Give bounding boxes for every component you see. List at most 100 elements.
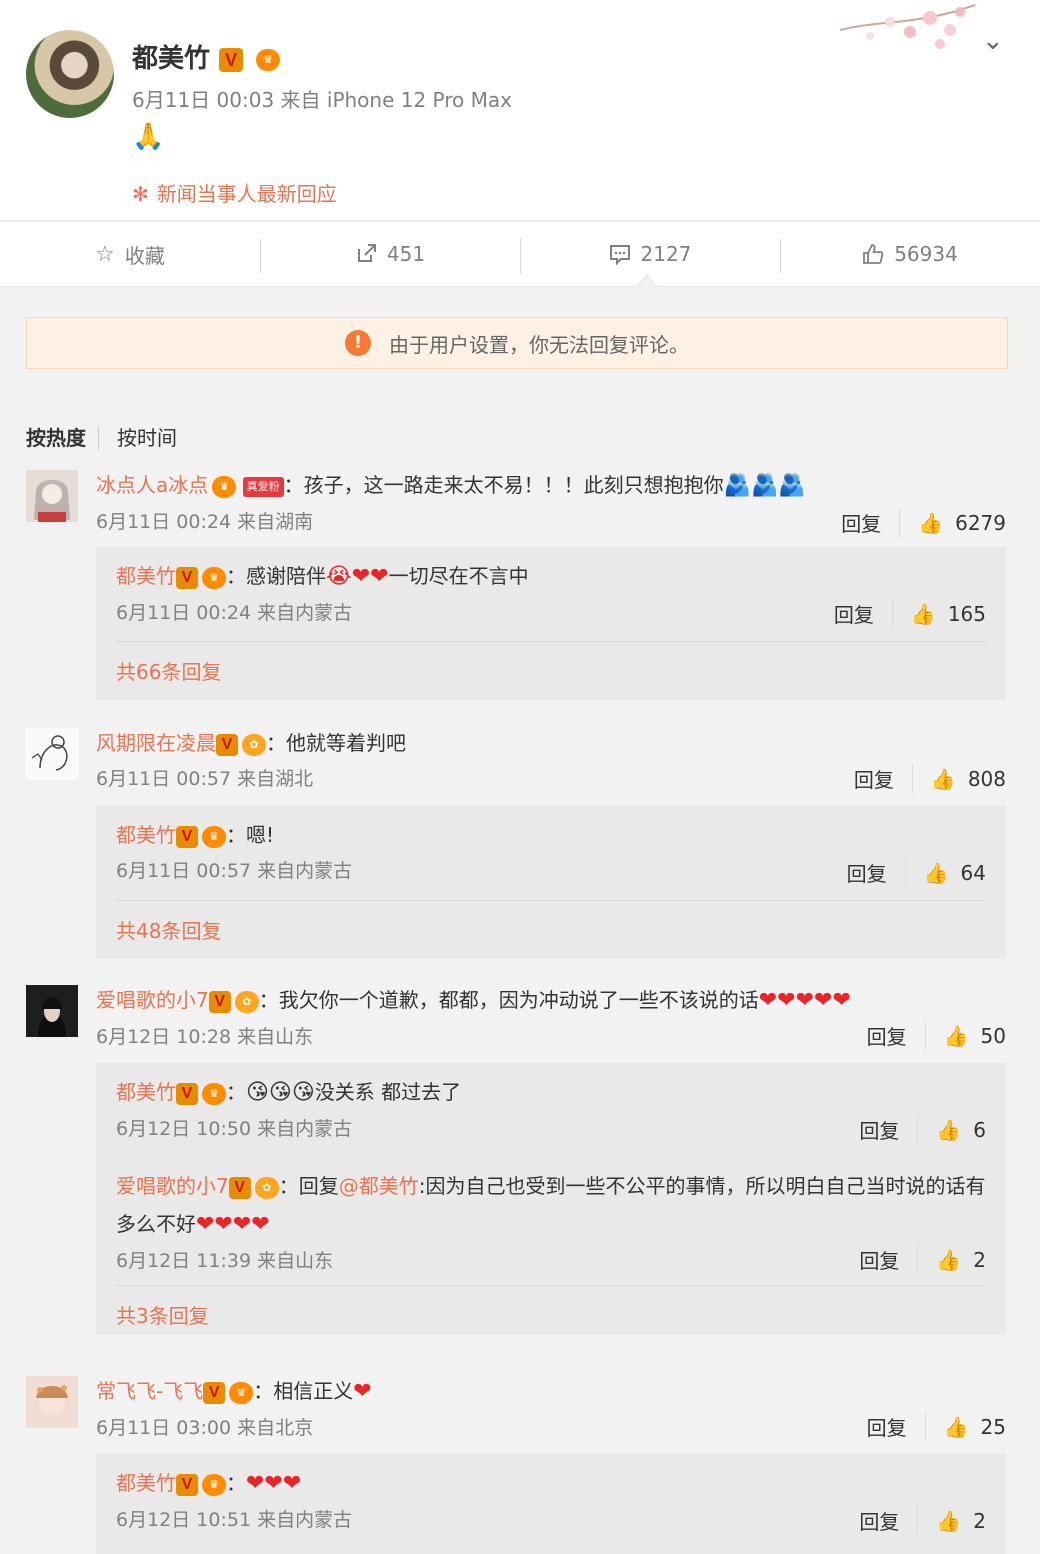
- reply-prefix: ：回复: [278, 1174, 339, 1198]
- like-count: 64: [960, 860, 986, 885]
- replier-name[interactable]: 都美竹: [116, 1471, 176, 1495]
- like-count: 50: [980, 1023, 1006, 1048]
- vip-crown-icon: ♛: [202, 1082, 226, 1105]
- author-name-text[interactable]: 都美竹: [132, 44, 210, 74]
- reply-button[interactable]: 回复: [859, 1115, 919, 1144]
- reply-button[interactable]: 回复: [841, 508, 901, 537]
- replier-name[interactable]: 都美竹: [116, 564, 176, 588]
- reply-ops: 回复 👍 2: [859, 1245, 986, 1274]
- thumbs-up-icon[interactable]: 👍: [936, 1248, 961, 1272]
- reply-content: ：: [226, 1080, 246, 1104]
- comment-ops: 回复 👍 6279: [841, 508, 1006, 537]
- verified-v-icon: V: [176, 825, 198, 848]
- comment-content: ：他就等着判吧: [266, 731, 406, 755]
- comment-ops: 回复 👍 50: [867, 1021, 1006, 1050]
- reply-button[interactable]: 回复: [847, 858, 906, 887]
- comment-content: ：相信正义: [253, 1379, 354, 1403]
- reply-text: 爱唱歌的小7 V ✿ ：回复@都美竹:因为自己也受到一些不公平的事情，所以明白自己当时…: [116, 1167, 986, 1244]
- action-bar: ☆ 收藏 451 2127 56934: [0, 221, 1040, 287]
- reply-button[interactable]: 回复: [867, 1412, 926, 1441]
- like-count: 56934: [894, 242, 958, 266]
- reply-meta: 6月12日 10:51 来自内蒙古: [116, 1509, 353, 1531]
- reply-text: 都美竹 V ♛ ：嗯!: [116, 820, 986, 850]
- reply-button[interactable]: 回复: [859, 1506, 919, 1535]
- notice-text: 由于用户设置，你无法回复评论。: [389, 332, 689, 357]
- emoji-sequence: 😭❤❤: [326, 564, 389, 589]
- reply-button[interactable]: 回复: [854, 764, 913, 793]
- verified-v-icon: V: [176, 566, 198, 589]
- commenter-avatar[interactable]: [26, 470, 78, 522]
- comment-content: ：我欠你一个道歉，都都，因为冲动说了一些不该说的话: [258, 988, 759, 1012]
- reply-content-tail: 一切尽在不言中: [388, 564, 529, 588]
- reply-content-tail: 没关系 都过去了: [314, 1080, 462, 1104]
- verified-v-icon: V: [228, 1176, 251, 1199]
- sort-by-hot-tab[interactable]: 按热度: [26, 426, 86, 450]
- like-button[interactable]: 56934: [780, 222, 1040, 286]
- commenter-avatar[interactable]: [26, 1376, 78, 1428]
- verified-v-icon: V: [176, 1473, 198, 1496]
- thumbs-up-icon[interactable]: 👍: [924, 861, 949, 885]
- vip-flower-icon: ✿: [234, 990, 259, 1013]
- vip-crown-icon: ♛: [212, 475, 237, 498]
- replier-name[interactable]: 都美竹: [116, 1080, 176, 1104]
- like-count: 2: [973, 1508, 986, 1533]
- hug-emoji: 🫂🫂🫂: [723, 473, 806, 498]
- author-avatar[interactable]: [26, 30, 114, 118]
- commenter-name[interactable]: 爱唱歌的小7: [96, 988, 209, 1012]
- news-tag-link[interactable]: ✻ 新闻当事人最新回应: [132, 178, 337, 207]
- thumbs-up-icon[interactable]: 👍: [936, 1509, 961, 1533]
- commenter-name[interactable]: 冰点人a冰点: [96, 473, 208, 497]
- heart-emoji: ❤: [353, 1379, 372, 1404]
- commenter-name[interactable]: 常飞飞-飞飞: [96, 1379, 203, 1403]
- warning-icon: !: [345, 330, 371, 356]
- vip-flower-icon: ✿: [254, 1176, 279, 1199]
- comment-text: 风期限在凌晨 V ✿ ：他就等着判吧: [96, 728, 1006, 758]
- thumbs-up-icon[interactable]: 👍: [936, 1118, 961, 1142]
- comment-button[interactable]: 2127: [520, 222, 780, 286]
- thumbs-up-icon[interactable]: 👍: [911, 602, 936, 626]
- repost-icon: [357, 244, 376, 262]
- comment-count: 2127: [640, 242, 692, 266]
- reply-button[interactable]: 回复: [867, 1021, 926, 1050]
- author-name[interactable]: 都美竹 V ♛: [132, 38, 281, 75]
- reply-content: ：嗯!: [226, 823, 275, 847]
- reply-ops: 回复 👍 165: [834, 599, 986, 628]
- thumbs-up-icon[interactable]: 👍: [944, 1415, 969, 1439]
- favorite-button[interactable]: ☆ 收藏: [0, 222, 260, 286]
- commenter-avatar[interactable]: [26, 728, 78, 780]
- more-replies-link[interactable]: 共48条回复: [96, 901, 1006, 944]
- verified-v-icon: V: [216, 733, 238, 756]
- more-replies-link[interactable]: 共3条回复: [96, 1286, 1006, 1329]
- reply-meta: 6月12日 11:39 来自山东: [116, 1250, 334, 1272]
- repost-count: 451: [386, 242, 426, 266]
- replier-name[interactable]: 爱唱歌的小7: [116, 1174, 229, 1198]
- heart-emojis: ❤❤❤❤: [196, 1212, 270, 1237]
- news-tag-label[interactable]: 新闻当事人最新回应: [157, 182, 337, 206]
- vip-crown-icon: ♛: [229, 1381, 254, 1404]
- chevron-down-icon[interactable]: ⌄: [982, 26, 1004, 56]
- commenter-avatar[interactable]: [26, 985, 78, 1037]
- reply-item: 都美竹 V ♛ ：感谢陪伴😭❤❤一切尽在不言中 6月11日 00:24 来自内蒙古 回…: [96, 547, 1006, 641]
- vip-crown-icon: ♛: [202, 1473, 226, 1496]
- replier-name[interactable]: 都美竹: [116, 823, 176, 847]
- reply-item: 都美竹 V ♛ ：嗯! 6月11日 00:57 来自内蒙古 回复 👍 64: [96, 806, 1006, 900]
- mention-link[interactable]: @都美竹: [339, 1174, 419, 1198]
- reply-disabled-notice: ! 由于用户设置，你无法回复评论。: [26, 317, 1008, 369]
- repost-button[interactable]: 451: [260, 222, 520, 286]
- sort-by-time-tab[interactable]: 按时间: [98, 426, 177, 450]
- thumbs-up-icon[interactable]: 👍: [931, 767, 956, 791]
- more-replies-link[interactable]: 共66条回复: [96, 642, 1006, 685]
- like-count: 2: [973, 1247, 986, 1272]
- reply-box: 都美竹 V ♛ ：嗯! 6月11日 00:57 来自内蒙古 回复 👍 64 共48条回复: [96, 806, 1006, 959]
- thumbs-up-icon[interactable]: 👍: [918, 511, 943, 535]
- comment-content: ：孩子，这一路走来太不易！！！此刻只想抱抱你: [283, 473, 724, 497]
- commenter-name[interactable]: 风期限在凌晨: [96, 731, 216, 755]
- weibo-post: 都美竹 V ♛ ⌄ 6月11日 00:03 来自 iPhone 12 Pro M…: [0, 0, 1040, 220]
- like-count: 6: [973, 1117, 986, 1142]
- reply-button[interactable]: 回复: [859, 1245, 919, 1274]
- reply-meta: 6月12日 10:50 来自内蒙古: [116, 1118, 353, 1140]
- thumbs-up-icon[interactable]: 👍: [944, 1024, 969, 1048]
- reply-button[interactable]: 回复: [834, 599, 893, 628]
- reply-text: 都美竹 V ♛ ：感谢陪伴😭❤❤一切尽在不言中: [116, 561, 986, 592]
- star-icon: ☆: [95, 241, 115, 267]
